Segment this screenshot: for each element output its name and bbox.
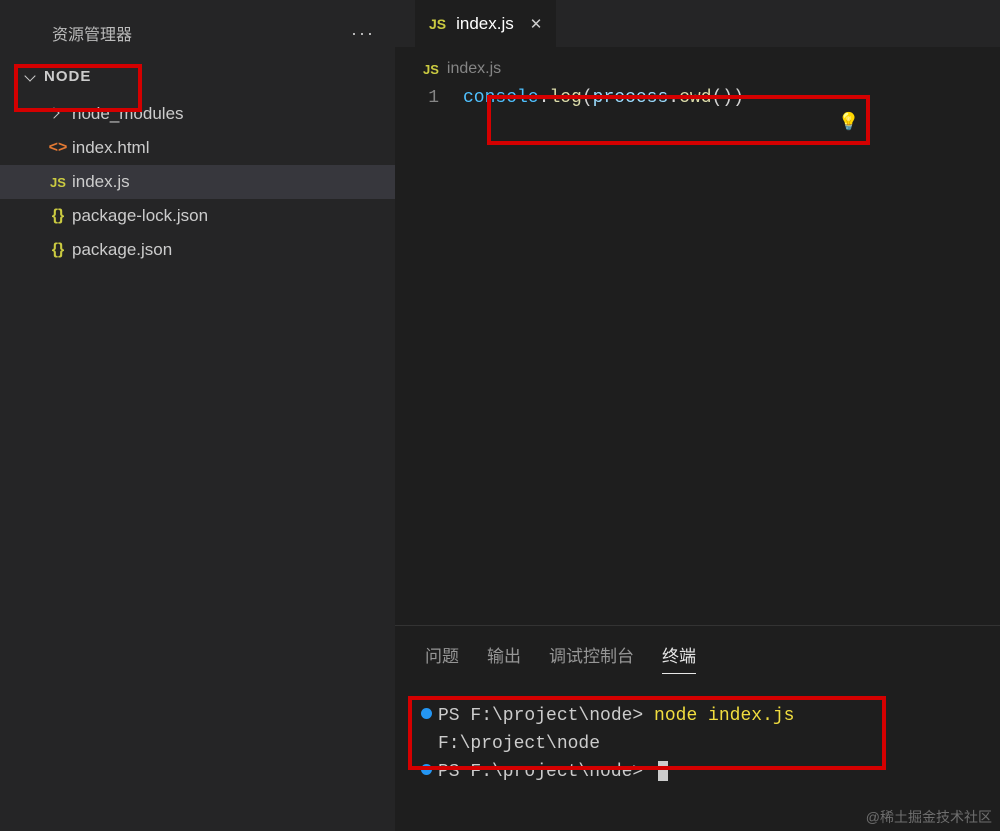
- lightbulb-icon[interactable]: 💡: [838, 112, 859, 132]
- line-number: 1: [413, 88, 463, 108]
- panel-tab-problems[interactable]: 问题: [425, 642, 459, 674]
- chevron-down-icon: [24, 70, 38, 84]
- file-item-node-modules[interactable]: node_modules: [0, 97, 395, 131]
- panel-tab-terminal[interactable]: 终端: [662, 642, 696, 674]
- html-icon: <>: [49, 139, 68, 157]
- file-list: node_modules <> index.html JS index.js {…: [0, 97, 395, 267]
- terminal-status-dot: [421, 764, 432, 775]
- file-label: node_modules: [72, 104, 184, 124]
- panel-tabs: 问题 输出 调试控制台 终端: [395, 626, 1000, 686]
- tab-index-js[interactable]: JS index.js ✕: [415, 0, 557, 47]
- bottom-panel: 问题 输出 调试控制台 终端 PS F:\project\node> node …: [395, 625, 1000, 831]
- file-label: index.js: [72, 172, 130, 192]
- breadcrumb[interactable]: JS index.js: [395, 48, 1000, 84]
- code-text: console.log(process.cwd()): [463, 88, 744, 108]
- panel-tab-output[interactable]: 输出: [487, 642, 521, 674]
- folder-header[interactable]: NODE: [0, 60, 395, 93]
- terminal-line: PS F:\project\node> node index.js: [421, 702, 1000, 730]
- breadcrumb-file: index.js: [447, 60, 501, 78]
- file-item-package-lock-json[interactable]: {} package-lock.json: [0, 199, 395, 233]
- terminal-line: PS F:\project\node>: [421, 758, 1000, 786]
- terminal-cursor: [658, 761, 668, 781]
- file-label: index.html: [72, 138, 149, 158]
- terminal-status-dot: [421, 708, 432, 719]
- file-item-package-json[interactable]: {} package.json: [0, 233, 395, 267]
- panel-tab-debug[interactable]: 调试控制台: [549, 642, 634, 674]
- js-icon: JS: [429, 16, 446, 32]
- terminal[interactable]: PS F:\project\node> node index.js F:\pro…: [395, 686, 1000, 786]
- tab-label: index.js: [456, 14, 514, 34]
- terminal-line: F:\project\node: [421, 730, 1000, 758]
- more-icon[interactable]: ···: [351, 23, 375, 44]
- file-item-index-js[interactable]: JS index.js: [0, 165, 395, 199]
- tab-bar: JS index.js ✕: [395, 0, 1000, 48]
- js-icon: JS: [50, 175, 66, 190]
- file-item-index-html[interactable]: <> index.html: [0, 131, 395, 165]
- explorer-panel: 资源管理器 ··· NODE node_modules <> index.htm…: [0, 0, 395, 831]
- json-icon: {}: [52, 207, 64, 225]
- code-editor[interactable]: 1 console.log(process.cwd()): [395, 84, 1000, 112]
- close-icon[interactable]: ✕: [530, 15, 543, 33]
- file-label: package-lock.json: [72, 206, 208, 226]
- watermark: @稀土掘金技术社区: [866, 807, 992, 827]
- chevron-right-icon: [48, 107, 62, 121]
- file-label: package.json: [72, 240, 172, 260]
- explorer-title: 资源管理器: [52, 21, 132, 45]
- folder-name: NODE: [44, 68, 91, 85]
- js-icon: JS: [423, 62, 439, 77]
- json-icon: {}: [52, 241, 64, 259]
